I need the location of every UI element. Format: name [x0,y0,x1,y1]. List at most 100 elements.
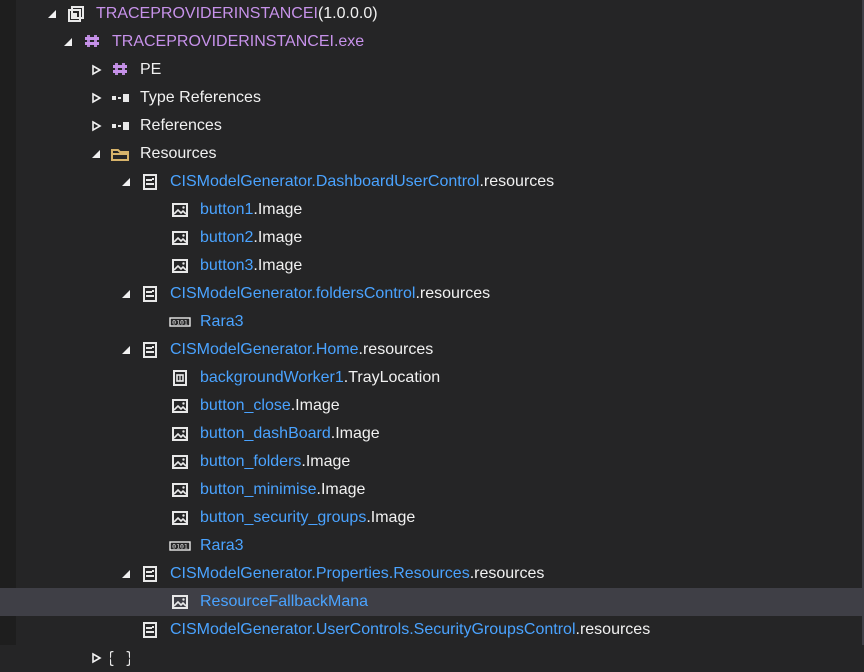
assembly-explorer-tree: TRACEPROVIDERINSTANCEI (1.0.0.0) TRACEPR… [0,0,864,667]
no-expander [148,398,164,414]
collapse-arrow-icon[interactable] [88,650,104,666]
tree-label: References [140,117,222,135]
tree-row[interactable]: CISModelGenerator.foldersControl .resourc… [0,280,864,308]
expand-arrow-icon[interactable] [118,566,134,582]
tree-row[interactable]: button1 .Image [0,196,864,224]
tree-label-part: CISModelGenerator.Home [170,341,359,358]
assembly-icon [64,4,88,24]
module-icon [108,60,132,80]
expand-arrow-icon[interactable] [60,34,76,50]
tree-label-part: .Image [316,481,366,498]
tree-row[interactable]: 0101 Rara3 [0,532,864,560]
tree-row[interactable]: backgroundWorker1 .TrayLocation [0,364,864,392]
tree-label: CISModelGenerator.foldersControl .resourc… [170,285,490,303]
tree-row[interactable]: CISModelGenerator.DashboardUserControl .r… [0,168,864,196]
tree-label-part: .resources [479,173,555,190]
tree-row[interactable]: button_security_groups .Image [0,504,864,532]
no-expander [148,314,164,330]
tree-row[interactable]: button_dashBoard .Image [0,420,864,448]
tree-row[interactable]: button_minimise .Image [0,476,864,504]
tree-row[interactable]: CISModelGenerator.UserControls.SecurityG… [0,616,864,644]
tree-row[interactable]: { } [0,644,864,672]
tree-label-part: CISModelGenerator.DashboardUserControl [170,173,480,190]
tree-row[interactable]: 0101 Rara3 [0,308,864,336]
resource-file-icon [138,172,162,192]
expand-arrow-icon[interactable] [118,342,134,358]
tree-label-part: Rara3 [200,313,244,330]
tree-label: button_dashBoard .Image [200,425,380,443]
tree-label: Rara3 [200,313,244,331]
tree-label: TRACEPROVIDERINSTANCEI.exe [112,33,364,51]
resource-file-icon [138,340,162,360]
tree-label: button3 .Image [200,257,302,275]
tree-row[interactable]: Resources [0,140,864,168]
tree-label-part: button_close [200,397,291,414]
svg-text:0101: 0101 [172,319,188,327]
resource-file-icon [138,620,162,640]
location-icon [168,368,192,388]
image-icon [168,592,192,612]
tree-row[interactable]: button2 .Image [0,224,864,252]
expand-arrow-icon[interactable] [44,6,60,22]
tree-label-part: .Image [290,397,340,414]
tree-row[interactable]: CISModelGenerator.Properties.Resources .r… [0,560,864,588]
tree-label-part: button_security_groups [200,509,367,526]
tree-label-part: button2 [200,229,254,246]
tree-label-part: .Image [253,229,303,246]
tree-label: button_minimise .Image [200,481,365,499]
no-expander [148,258,164,274]
tree-row[interactable]: TRACEPROVIDERINSTANCEI (1.0.0.0) [0,0,864,28]
tree-row[interactable]: PE [0,56,864,84]
tree-label-part: .Image [253,201,303,218]
tree-row[interactable]: References [0,112,864,140]
binary-icon: 0101 [168,536,192,556]
tree-label-part: CISModelGenerator.foldersControl [170,285,416,302]
tree-label: Resources [140,145,216,163]
tree-row[interactable]: Type References [0,84,864,112]
no-expander [148,594,164,610]
expand-arrow-icon[interactable] [88,146,104,162]
tree-label: CISModelGenerator.UserControls.SecurityG… [170,621,650,639]
no-expander [118,622,134,638]
expand-arrow-icon[interactable] [118,286,134,302]
collapse-arrow-icon[interactable] [88,90,104,106]
tree-label-part: Rara3 [200,537,244,554]
tree-row[interactable]: TRACEPROVIDERINSTANCEI.exe [0,28,864,56]
collapse-arrow-icon[interactable] [88,62,104,78]
tree-label-part: ResourceFallbackMana [200,593,369,610]
image-icon [168,200,192,220]
tree-label-part: button3 [200,257,254,274]
reference-icon [108,88,132,108]
tree-label-part: TRACEPROVIDERINSTANCEI.exe [112,33,365,50]
tree-row[interactable]: button_close .Image [0,392,864,420]
tree-label-part: backgroundWorker1 [200,369,344,386]
tree-label-part: .Image [330,425,380,442]
tree-row[interactable]: button3 .Image [0,252,864,280]
tree-row[interactable]: button_folders .Image [0,448,864,476]
tree-label: button1 .Image [200,201,302,219]
tree-label-part: .Image [301,453,351,470]
no-expander [148,230,164,246]
tree-row[interactable]: ResourceFallbackMana [0,588,864,616]
tree-label-part: .resources [358,341,434,358]
expand-arrow-icon[interactable] [118,174,134,190]
image-icon [168,508,192,528]
tree-row[interactable]: CISModelGenerator.Home .resources [0,336,864,364]
tree-label-part: button_dashBoard [200,425,331,442]
collapse-arrow-icon[interactable] [88,118,104,134]
tree-label-part: button1 [200,201,254,218]
